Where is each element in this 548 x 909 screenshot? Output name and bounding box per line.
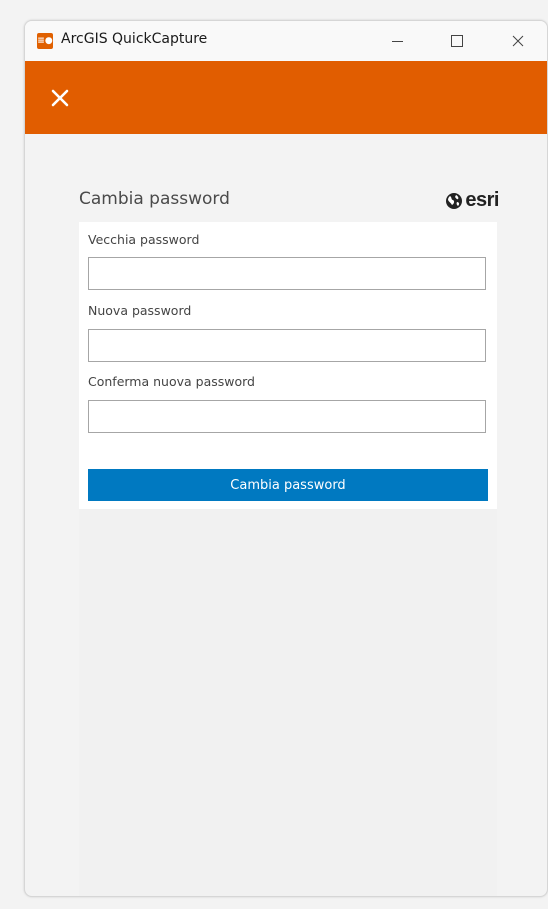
- change-password-button[interactable]: Cambia password: [88, 469, 488, 501]
- close-form-button[interactable]: [45, 83, 75, 113]
- globe-icon: [446, 192, 463, 209]
- quickcapture-app-icon: ≡●: [37, 33, 53, 49]
- old-password-field[interactable]: [88, 257, 486, 290]
- esri-logo-text: esri: [465, 189, 499, 211]
- form-background-panel: [79, 509, 497, 896]
- esri-logo: esri: [445, 189, 499, 212]
- maximize-icon: [451, 35, 463, 47]
- close-icon: [512, 35, 524, 47]
- minimize-icon: [391, 40, 403, 42]
- app-window: ≡● ArcGIS QuickCapture Cambia password e…: [24, 20, 548, 897]
- change-password-card: Vecchia password Nuova password Conferma…: [79, 222, 497, 509]
- form-title: Cambia password: [79, 189, 230, 209]
- title-bar: ≡● ArcGIS QuickCapture: [25, 21, 547, 61]
- close-icon: [51, 89, 69, 107]
- app-header-bar: [25, 61, 547, 134]
- old-password-label: Vecchia password: [88, 232, 200, 247]
- new-password-label: Nuova password: [88, 303, 192, 318]
- form-header: Cambia password esri: [79, 189, 499, 213]
- minimize-button[interactable]: [374, 21, 420, 61]
- window-title: ArcGIS QuickCapture: [61, 31, 208, 47]
- confirm-password-field[interactable]: [88, 400, 486, 433]
- maximize-button[interactable]: [434, 21, 480, 61]
- new-password-field[interactable]: [88, 329, 486, 362]
- window-close-button[interactable]: [495, 21, 541, 61]
- confirm-password-label: Conferma nuova password: [88, 374, 255, 389]
